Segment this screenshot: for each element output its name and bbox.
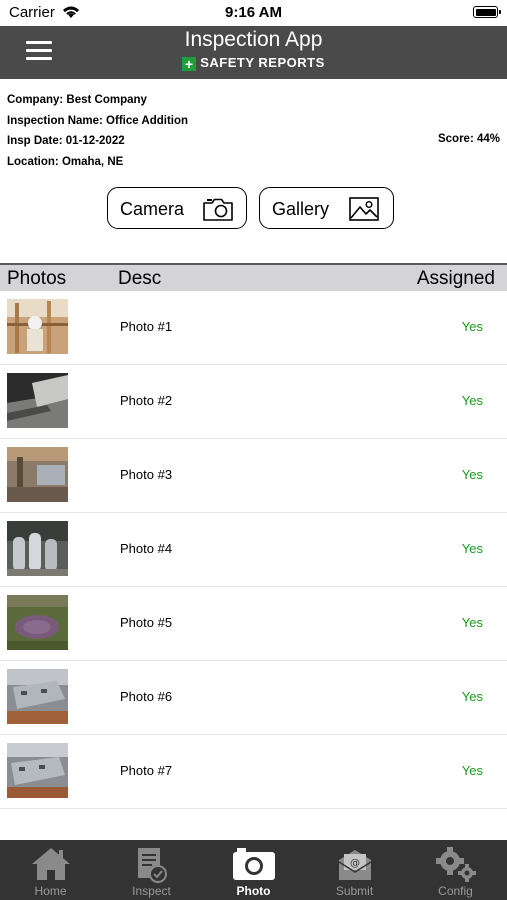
photo-list: Photo #1 Yes Photo #2 Yes Photo #3 Yes P… bbox=[0, 291, 507, 809]
svg-text:@: @ bbox=[350, 858, 360, 869]
app-title: Inspection App bbox=[184, 28, 323, 51]
gallery-button-label: Gallery bbox=[272, 199, 330, 219]
status-time: 9:16 AM bbox=[225, 4, 282, 21]
score-label: Score: 44% bbox=[437, 133, 500, 145]
inspection-date-label: Insp Date: 01-12-2022 bbox=[7, 135, 125, 147]
photo-thumbnail bbox=[7, 595, 68, 650]
bottom-tab-bar: Home Inspect Photo @ Submit Config bbox=[0, 840, 507, 900]
photo-thumbnail bbox=[7, 447, 68, 502]
company-label: Company: Best Company bbox=[7, 94, 147, 106]
photo-thumbnail bbox=[7, 521, 68, 576]
camera-button[interactable]: Camera bbox=[107, 187, 247, 229]
tab-home-label: Home bbox=[34, 884, 67, 898]
photo-row[interactable]: Photo #4 Yes bbox=[0, 513, 507, 587]
photo-desc: Photo #6 bbox=[120, 689, 173, 704]
photo-assigned: Yes bbox=[461, 763, 483, 778]
brand-logo: + SAFETY REPORTS bbox=[0, 55, 507, 71]
tab-photo-label: Photo bbox=[236, 884, 271, 898]
photo-desc: Photo #1 bbox=[120, 319, 173, 334]
photo-row[interactable]: Photo #2 Yes bbox=[0, 365, 507, 439]
location-label: Location: Omaha, NE bbox=[7, 155, 124, 168]
header-photos: Photos bbox=[7, 268, 67, 289]
photo-assigned: Yes bbox=[461, 467, 483, 482]
inspection-name-label: Inspection Name: Office Addition bbox=[7, 114, 189, 127]
photo-row[interactable]: Photo #7 Yes bbox=[0, 735, 507, 809]
camera-icon bbox=[232, 848, 275, 880]
tab-submit[interactable]: @ Submit bbox=[304, 840, 405, 900]
tab-home[interactable]: Home bbox=[0, 840, 101, 900]
tab-config[interactable]: Config bbox=[405, 840, 506, 900]
submit-icon: @ bbox=[338, 850, 371, 880]
tab-inspect-label: Inspect bbox=[132, 884, 171, 898]
photo-desc: Photo #3 bbox=[120, 467, 173, 482]
photo-desc: Photo #7 bbox=[120, 763, 173, 778]
photo-assigned: Yes bbox=[461, 541, 483, 556]
app-header: Inspection App + SAFETY REPORTS bbox=[0, 26, 507, 79]
photo-row[interactable]: Photo #1 Yes bbox=[0, 291, 507, 365]
photo-assigned: Yes bbox=[461, 689, 483, 704]
photo-desc: Photo #4 bbox=[120, 541, 173, 556]
header-desc: Desc bbox=[118, 268, 162, 289]
gallery-button[interactable]: Gallery bbox=[259, 187, 394, 229]
gallery-icon bbox=[349, 197, 379, 221]
photo-assigned: Yes bbox=[461, 393, 483, 408]
photo-thumbnail bbox=[7, 743, 68, 798]
brand-text: SAFETY REPORTS bbox=[200, 55, 325, 70]
photo-table-header: Photos Desc Assigned bbox=[0, 263, 507, 291]
photo-thumbnail bbox=[7, 373, 68, 428]
tab-submit-label: Submit bbox=[335, 884, 374, 898]
battery-icon bbox=[473, 6, 501, 18]
header-assigned: Assigned bbox=[416, 268, 495, 289]
status-bar: Carrier 9:16 AM bbox=[0, 0, 507, 26]
photo-assigned: Yes bbox=[461, 319, 483, 334]
photo-assigned: Yes bbox=[461, 615, 483, 630]
photo-thumbnail bbox=[7, 669, 68, 724]
camera-icon bbox=[203, 198, 233, 221]
photo-thumbnail bbox=[7, 299, 68, 354]
photo-desc: Photo #2 bbox=[120, 393, 173, 408]
photo-desc: Photo #5 bbox=[120, 615, 173, 630]
photo-row[interactable]: Photo #5 Yes bbox=[0, 587, 507, 661]
gear-icon bbox=[435, 847, 476, 882]
photo-row[interactable]: Photo #6 Yes bbox=[0, 661, 507, 735]
inspection-info: Company: Best Company Inspection Name: O… bbox=[7, 92, 188, 174]
plus-icon: + bbox=[182, 57, 197, 71]
tab-config-label: Config bbox=[438, 884, 473, 898]
tab-inspect[interactable]: Inspect bbox=[101, 840, 202, 900]
photo-row[interactable]: Photo #3 Yes bbox=[0, 439, 507, 513]
camera-button-label: Camera bbox=[120, 199, 185, 219]
home-icon bbox=[31, 848, 70, 880]
inspect-icon bbox=[137, 848, 167, 883]
tab-photo[interactable]: Photo bbox=[203, 840, 304, 900]
